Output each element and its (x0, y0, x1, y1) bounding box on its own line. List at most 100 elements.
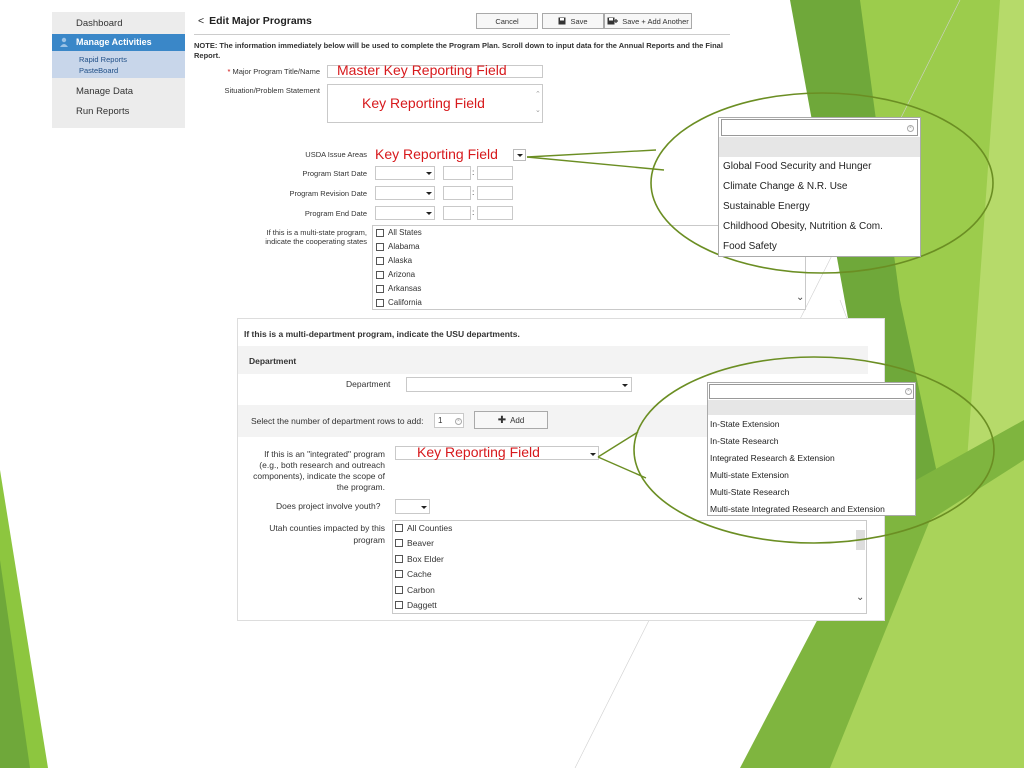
list-item[interactable]: Carbon (395, 585, 435, 595)
list-item[interactable]: All States (376, 228, 422, 237)
sidebar: Dashboard Manage Activities Rapid Report… (52, 12, 185, 128)
dropdown-option[interactable]: Multi-state Extension (710, 470, 789, 480)
program-end-date-label: Program End Date (304, 209, 367, 218)
required-asterisk: * (227, 67, 231, 76)
textarea-scroll-down-icon[interactable]: ⌄ (535, 106, 541, 114)
checkbox[interactable] (376, 284, 384, 293)
clear-icon[interactable]: × (455, 418, 462, 425)
department-select[interactable] (406, 377, 632, 392)
key-reporting-field-label: Key Reporting Field (417, 444, 540, 460)
textarea-scroll-up-icon[interactable]: ⌃ (535, 90, 541, 98)
dropdown-option[interactable]: Climate Change & N.R. Use (723, 181, 848, 192)
checkbox[interactable] (376, 298, 384, 307)
sidebar-item-manage-activities[interactable]: Manage Activities (52, 34, 185, 51)
checkbox[interactable] (395, 524, 403, 532)
revision-minute-input[interactable] (477, 186, 513, 200)
sidebar-item-rapid-reports[interactable]: Rapid Reports (79, 55, 127, 64)
usda-dropdown-blank-option[interactable] (719, 137, 920, 157)
clear-icon[interactable]: × (907, 125, 914, 132)
chevron-down-icon (426, 192, 432, 195)
sidebar-item-manage-data[interactable]: Manage Data (76, 86, 133, 97)
dropdown-option[interactable]: In-State Extension (710, 419, 779, 429)
checkbox[interactable] (395, 555, 403, 563)
department-section-title: Department (249, 356, 297, 366)
counties-label: Utah counties impacted by this program (269, 523, 385, 545)
back-chevron-icon[interactable]: < (198, 15, 204, 27)
list-scroll-down-icon[interactable]: ⌄ (856, 592, 864, 603)
list-item[interactable]: Arizona (376, 270, 415, 279)
checkbox[interactable] (376, 228, 384, 237)
dropdown-option[interactable]: Sustainable Energy (723, 201, 810, 212)
multistate-label: If this is a multi-state program, indicat… (265, 228, 367, 246)
list-item[interactable]: Box Elder (395, 554, 444, 564)
situation-label: Situation/Problem Statement (224, 86, 320, 95)
list-item[interactable]: Arkansas (376, 284, 421, 293)
usda-issue-areas-select[interactable]: Key Reporting Field (375, 146, 498, 162)
major-program-title-label: * Major Program Title/Name (227, 67, 320, 76)
dropdown-option[interactable]: Childhood Obesity, Nutrition & Com. (723, 221, 883, 232)
list-item[interactable]: All Counties (395, 523, 452, 533)
department-panel-title: If this is a multi-department program, i… (244, 329, 520, 339)
program-start-date-label: Program Start Date (302, 169, 367, 178)
integrated-program-label: If this is an "integrated" program (e.g.,… (253, 449, 385, 492)
plus-icon: ✚ (497, 414, 507, 426)
sidebar-item-run-reports[interactable]: Run Reports (76, 106, 129, 117)
checkbox[interactable] (376, 270, 384, 279)
page-title: < Edit Major Programs (198, 15, 312, 27)
chevron-down-icon (426, 212, 432, 215)
save-plus-icon (607, 17, 619, 25)
dropdown-option[interactable]: Food Safety (723, 241, 777, 252)
program-revision-date-label: Program Revision Date (289, 189, 367, 198)
dropdown-option[interactable]: Multi-State Research (710, 487, 789, 497)
department-label: Department (346, 379, 391, 389)
end-minute-input[interactable] (477, 206, 513, 220)
counties-list[interactable] (392, 520, 867, 614)
usda-dropdown-search[interactable] (721, 119, 918, 136)
cancel-button[interactable]: Cancel (476, 13, 538, 29)
sidebar-item-label: Manage Activities (76, 37, 152, 47)
page-title-text: Edit Major Programs (209, 15, 312, 27)
add-department-rows-button[interactable]: ✚ Add (474, 411, 548, 429)
counties-scrollbar[interactable] (856, 530, 865, 550)
checkbox[interactable] (395, 570, 403, 578)
chevron-down-icon (426, 172, 432, 175)
chevron-down-icon (622, 384, 628, 387)
dropdown-option[interactable]: Multi-state Integrated Research and Exte… (710, 504, 885, 514)
list-item[interactable]: Cache (395, 569, 432, 579)
sidebar-item-pasteboard[interactable]: PasteBoard (79, 66, 118, 75)
scope-dropdown-search[interactable] (709, 384, 914, 399)
header-divider (194, 34, 730, 35)
dropdown-option[interactable]: Integrated Research & Extension (710, 453, 835, 463)
sidebar-submenu: Rapid Reports PasteBoard (52, 51, 185, 78)
checkbox[interactable] (376, 242, 384, 251)
clear-icon[interactable]: × (905, 388, 912, 395)
usda-issue-areas-label: USDA Issue Areas (305, 150, 367, 159)
user-icon (60, 37, 68, 47)
list-item[interactable]: California (376, 298, 422, 307)
department-section-header (238, 346, 868, 374)
start-minute-input[interactable] (477, 166, 513, 180)
list-item[interactable]: Daggett (395, 600, 437, 610)
save-button[interactable]: Save (542, 13, 604, 29)
master-key-reporting-field-label: Master Key Reporting Field (337, 62, 507, 78)
list-item[interactable]: Beaver (395, 538, 434, 548)
revision-hour-input[interactable] (443, 186, 471, 200)
time-separator: : (472, 187, 475, 197)
checkbox[interactable] (395, 601, 403, 609)
list-item[interactable]: Alabama (376, 242, 420, 251)
youth-label: Does project involve youth? (276, 501, 381, 511)
checkbox[interactable] (395, 539, 403, 547)
department-rows-label: Select the number of department rows to … (251, 416, 424, 426)
start-hour-input[interactable] (443, 166, 471, 180)
list-scroll-down-icon[interactable]: ⌄ (796, 292, 804, 303)
scope-dropdown-blank-option[interactable] (708, 400, 915, 415)
sidebar-item-dashboard[interactable]: Dashboard (76, 18, 122, 29)
end-hour-input[interactable] (443, 206, 471, 220)
list-item[interactable]: Alaska (376, 256, 412, 265)
dropdown-option[interactable]: Global Food Security and Hunger (723, 161, 871, 172)
checkbox[interactable] (376, 256, 384, 265)
chevron-down-icon (517, 154, 523, 157)
dropdown-option[interactable]: In-State Research (710, 436, 779, 446)
save-add-another-button[interactable]: Save + Add Another (604, 13, 692, 29)
checkbox[interactable] (395, 586, 403, 594)
